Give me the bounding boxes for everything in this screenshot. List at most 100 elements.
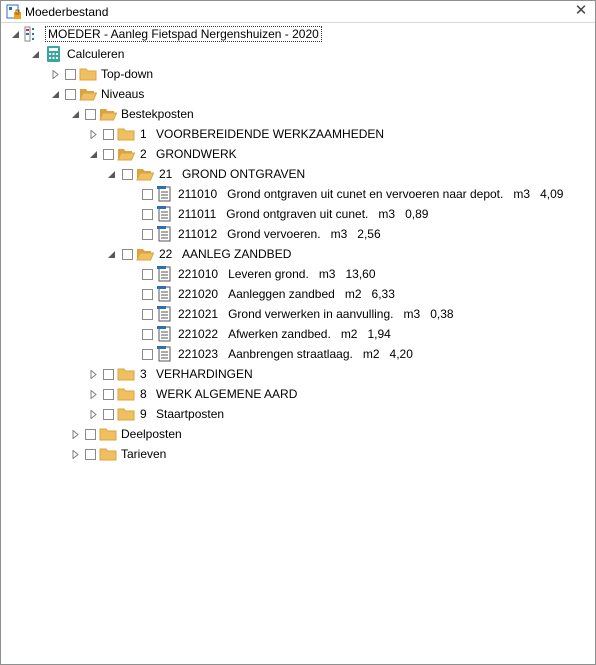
node-3-label[interactable]: 3 VERHARDINGEN xyxy=(140,367,253,381)
checkbox[interactable] xyxy=(65,89,76,100)
tree-view: MOEDER - Aanleg Fietspad Nergenshuizen -… xyxy=(1,24,595,664)
tree-node-tarieven[interactable]: Tarieven xyxy=(1,444,595,464)
open-folder-icon xyxy=(117,149,135,161)
expanded-arrow-icon[interactable] xyxy=(71,110,80,119)
folder-icon xyxy=(117,368,135,381)
node-22-label[interactable]: 22 AANLEG ZANDBED xyxy=(159,247,291,261)
collapsed-arrow-icon[interactable] xyxy=(71,430,80,439)
checkbox[interactable] xyxy=(142,269,153,280)
tree-node-2[interactable]: 2 GRONDWERK xyxy=(1,144,595,164)
item-211012-label[interactable]: 211012 Grond vervoeren. m3 2,56 xyxy=(178,227,381,241)
expanded-arrow-icon[interactable] xyxy=(51,90,60,99)
item-211010-label[interactable]: 211010 Grond ontgraven uit cunet en verv… xyxy=(178,187,563,201)
checkbox[interactable] xyxy=(103,149,114,160)
item-221020-label[interactable]: 221020 Aanleggen zandbed m2 6,33 xyxy=(178,287,395,301)
tree-node-deelposten[interactable]: Deelposten xyxy=(1,424,595,444)
bestekposten-label[interactable]: Bestekposten xyxy=(121,107,194,121)
checkbox[interactable] xyxy=(103,409,114,420)
checkbox[interactable] xyxy=(103,389,114,400)
calculeren-label[interactable]: Calculeren xyxy=(67,47,124,61)
folder-icon xyxy=(99,448,117,461)
expanded-arrow-icon[interactable] xyxy=(107,250,116,259)
tree-node-niveaus[interactable]: Niveaus xyxy=(1,84,595,104)
node-9-label[interactable]: 9 Staartposten xyxy=(140,407,224,421)
tree-node-8[interactable]: 8 WERK ALGEMENE AARD xyxy=(1,384,595,404)
open-folder-icon xyxy=(136,249,154,261)
tree-item-211012[interactable]: 211012 Grond vervoeren. m3 2,56 xyxy=(1,224,595,244)
open-folder-icon xyxy=(99,109,117,121)
folder-icon xyxy=(99,428,117,441)
document-icon xyxy=(157,206,171,222)
node-21-label[interactable]: 21 GROND ONTGRAVEN xyxy=(159,167,305,181)
tree-node-9[interactable]: 9 Staartposten xyxy=(1,404,595,424)
expanded-arrow-icon[interactable] xyxy=(11,30,20,39)
tree-node-root[interactable]: MOEDER - Aanleg Fietspad Nergenshuizen -… xyxy=(1,24,595,44)
collapsed-arrow-icon[interactable] xyxy=(89,130,98,139)
checkbox[interactable] xyxy=(122,249,133,260)
expanded-arrow-icon[interactable] xyxy=(89,150,98,159)
collapsed-arrow-icon[interactable] xyxy=(51,70,60,79)
folder-icon xyxy=(79,68,97,81)
item-221023-label[interactable]: 221023 Aanbrengen straatlaag. m2 4,20 xyxy=(178,347,413,361)
checkbox[interactable] xyxy=(103,129,114,140)
node-8-label[interactable]: 8 WERK ALGEMENE AARD xyxy=(140,387,297,401)
item-211011-label[interactable]: 211011 Grond ontgraven uit cunet. m3 0,8… xyxy=(178,207,428,221)
document-icon xyxy=(157,346,171,362)
document-icon xyxy=(157,186,171,202)
checkbox[interactable] xyxy=(142,309,153,320)
collapsed-arrow-icon[interactable] xyxy=(89,410,98,419)
title-bar: Moederbestand ✕ xyxy=(1,1,595,23)
tree-item-221023[interactable]: 221023 Aanbrengen straatlaag. m2 4,20 xyxy=(1,344,595,364)
checkbox[interactable] xyxy=(85,109,96,120)
node-1-label[interactable]: 1 VOORBEREIDENDE WERKZAAMHEDEN xyxy=(140,127,384,141)
tree-node-bestekposten[interactable]: Bestekposten xyxy=(1,104,595,124)
moederbestand-window: Moederbestand ✕ MOEDER - Aanleg Fietspad… xyxy=(0,0,596,665)
open-folder-icon xyxy=(136,169,154,181)
tree-node-3[interactable]: 3 VERHARDINGEN xyxy=(1,364,595,384)
collapsed-arrow-icon[interactable] xyxy=(89,390,98,399)
tarieven-label[interactable]: Tarieven xyxy=(121,447,166,461)
folder-icon xyxy=(117,408,135,421)
tree-node-1[interactable]: 1 VOORBEREIDENDE WERKZAAMHEDEN xyxy=(1,124,595,144)
close-icon[interactable]: ✕ xyxy=(573,3,589,19)
checkbox[interactable] xyxy=(142,349,153,360)
item-221010-label[interactable]: 221010 Leveren grond. m3 13,60 xyxy=(178,267,376,281)
checkbox[interactable] xyxy=(85,449,96,460)
calculator-icon xyxy=(47,46,60,62)
checkbox[interactable] xyxy=(142,209,153,220)
checkbox[interactable] xyxy=(65,69,76,80)
collapsed-arrow-icon[interactable] xyxy=(71,450,80,459)
document-icon xyxy=(157,266,171,282)
app-icon xyxy=(6,4,21,19)
niveaus-label[interactable]: Niveaus xyxy=(101,87,144,101)
topdown-label[interactable]: Top-down xyxy=(101,67,153,81)
tree-node-22[interactable]: 22 AANLEG ZANDBED xyxy=(1,244,595,264)
item-221022-label[interactable]: 221022 Afwerken zandbed. m2 1,94 xyxy=(178,327,391,341)
checkbox[interactable] xyxy=(142,189,153,200)
tree-node-topdown[interactable]: Top-down xyxy=(1,64,595,84)
tree-item-221022[interactable]: 221022 Afwerken zandbed. m2 1,94 xyxy=(1,324,595,344)
document-icon xyxy=(157,286,171,302)
open-folder-icon xyxy=(79,89,97,101)
checkbox[interactable] xyxy=(142,329,153,340)
tree-item-211011[interactable]: 211011 Grond ontgraven uit cunet. m3 0,8… xyxy=(1,204,595,224)
expanded-arrow-icon[interactable] xyxy=(107,170,116,179)
collapsed-arrow-icon[interactable] xyxy=(89,370,98,379)
root-label[interactable]: MOEDER - Aanleg Fietspad Nergenshuizen -… xyxy=(45,26,322,42)
node-2-label[interactable]: 2 GRONDWERK xyxy=(140,147,237,161)
checkbox[interactable] xyxy=(85,429,96,440)
checkbox[interactable] xyxy=(142,289,153,300)
tree-item-221010[interactable]: 221010 Leveren grond. m3 13,60 xyxy=(1,264,595,284)
tree-node-calculeren[interactable]: Calculeren xyxy=(1,44,595,64)
checkbox[interactable] xyxy=(142,229,153,240)
tree-node-21[interactable]: 21 GROND ONTGRAVEN xyxy=(1,164,595,184)
folder-icon xyxy=(117,388,135,401)
tree-item-221021[interactable]: 221021 Grond verwerken in aanvulling. m3… xyxy=(1,304,595,324)
tree-item-221020[interactable]: 221020 Aanleggen zandbed m2 6,33 xyxy=(1,284,595,304)
item-221021-label[interactable]: 221021 Grond verwerken in aanvulling. m3… xyxy=(178,307,454,321)
tree-item-211010[interactable]: 211010 Grond ontgraven uit cunet en verv… xyxy=(1,184,595,204)
checkbox[interactable] xyxy=(122,169,133,180)
checkbox[interactable] xyxy=(103,369,114,380)
deelposten-label[interactable]: Deelposten xyxy=(121,427,182,441)
expanded-arrow-icon[interactable] xyxy=(31,50,40,59)
